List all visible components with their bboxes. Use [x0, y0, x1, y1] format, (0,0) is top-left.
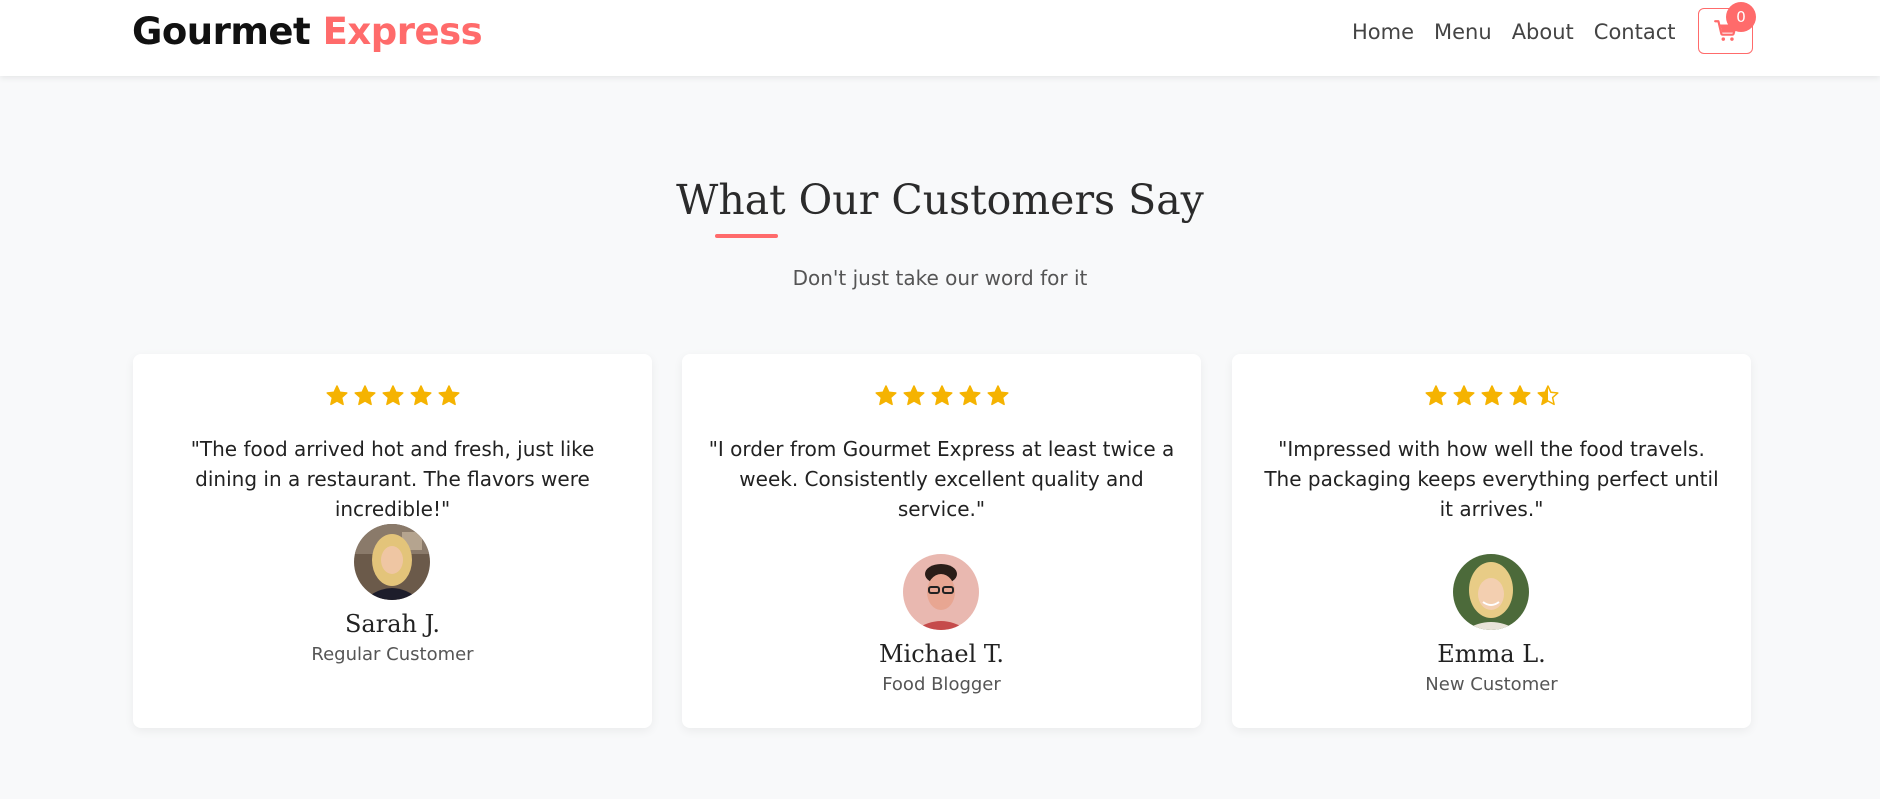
testimonial-quote: "I order from Gourmet Express at least t…	[708, 437, 1175, 521]
avatar	[1453, 554, 1529, 630]
customer-name: Michael T.	[878, 640, 1005, 668]
customer-name: Emma L.	[1437, 640, 1546, 668]
testimonial-card: "The food arrived hot and fresh, just li…	[133, 354, 652, 728]
star-full-icon	[1452, 385, 1475, 406]
nav-home-link[interactable]: Home	[1352, 20, 1414, 44]
star-rating	[133, 384, 652, 408]
customer-name: Sarah J.	[344, 610, 440, 638]
testimonial-card: "I order from Gourmet Express at least t…	[682, 354, 1201, 728]
star-full-icon	[353, 385, 376, 406]
testimonial-card: "Impressed with how well the food travel…	[1232, 354, 1751, 728]
star-full-icon	[986, 385, 1009, 406]
star-full-icon	[1480, 385, 1503, 406]
customer-role: Food Blogger	[882, 674, 1001, 695]
brand-logo[interactable]: Gourmet Express	[132, 10, 483, 53]
nav-menu-link[interactable]: Menu	[1434, 20, 1492, 44]
star-full-icon	[409, 385, 432, 406]
avatar	[903, 554, 979, 630]
star-rating	[1232, 384, 1751, 408]
star-full-icon	[930, 385, 953, 406]
star-full-icon	[325, 385, 348, 406]
brand-name-part1: Gourmet	[132, 10, 311, 53]
title-underline	[715, 234, 778, 238]
section-title: What Our Customers Say	[676, 176, 1204, 224]
nav-about-link[interactable]: About	[1512, 20, 1574, 44]
testimonial-quote: "The food arrived hot and fresh, just li…	[190, 437, 595, 521]
customer-role: Regular Customer	[311, 644, 474, 665]
section-subtitle: Don't just take our word for it	[792, 266, 1088, 290]
main-nav: Home Menu About Contact	[1352, 20, 1675, 44]
star-full-icon	[902, 385, 925, 406]
star-full-icon	[958, 385, 981, 406]
brand-name-part2: Express	[322, 10, 483, 53]
nav-contact-link[interactable]: Contact	[1594, 20, 1676, 44]
star-full-icon	[1508, 385, 1531, 406]
star-full-icon	[874, 385, 897, 406]
cart-count-badge: 0	[1726, 2, 1756, 32]
site-header: Gourmet Express Home Menu About Contact …	[0, 0, 1880, 76]
testimonial-quote: "Impressed with how well the food travel…	[1264, 437, 1719, 521]
star-full-icon	[1424, 385, 1447, 406]
star-full-icon	[381, 385, 404, 406]
star-full-icon	[437, 385, 460, 406]
star-rating	[682, 384, 1201, 408]
star-half-icon	[1536, 385, 1559, 406]
customer-role: New Customer	[1425, 674, 1558, 695]
avatar	[354, 524, 430, 600]
